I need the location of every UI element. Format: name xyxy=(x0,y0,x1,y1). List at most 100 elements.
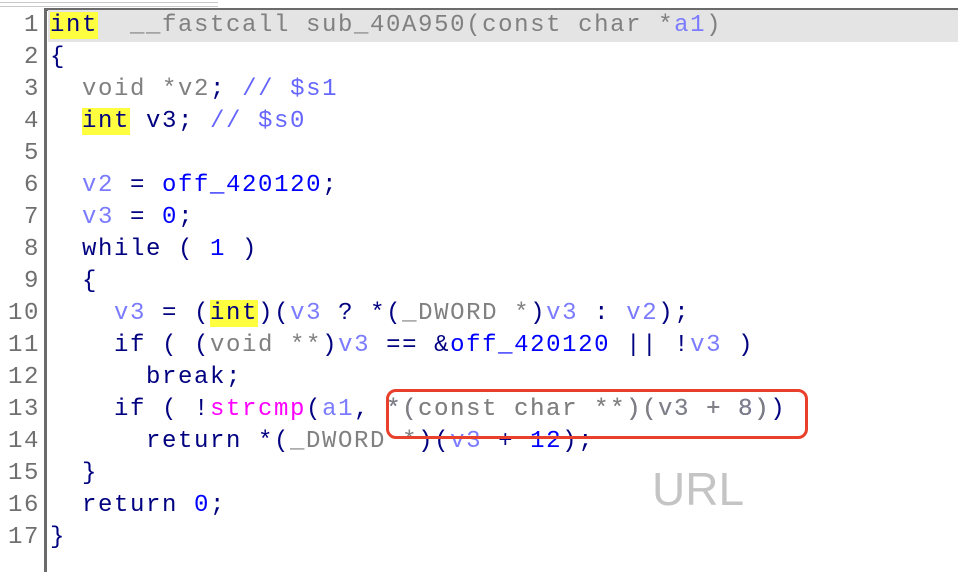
code-token[interactable]: ; xyxy=(178,204,194,231)
code-token[interactable]: if ( ( xyxy=(50,332,210,359)
code-token[interactable]: off_420120 xyxy=(450,332,610,359)
code-token[interactable]: || ! xyxy=(610,332,690,359)
line-number: 8 xyxy=(23,236,40,263)
code-line[interactable]: 4 ​ int v3; // $s0 xyxy=(0,106,958,138)
code-token[interactable]: } xyxy=(50,460,98,487)
code-text[interactable]: ​ xyxy=(48,138,958,170)
code-token[interactable]: return xyxy=(50,492,194,519)
code-token[interactable]: ? *( xyxy=(322,300,402,327)
code-text[interactable]: ​ v2 = off_420120; xyxy=(48,170,958,202)
line-number: 11 xyxy=(7,332,40,359)
code-token[interactable]: ; xyxy=(210,76,242,103)
code-token[interactable]: ) xyxy=(226,236,258,263)
code-token[interactable]: : xyxy=(578,300,626,327)
code-token[interactable]: v3 xyxy=(82,204,114,231)
code-text[interactable]: ​ void *v2; // $s1 xyxy=(48,74,958,106)
code-line[interactable]: 1 ​int __fastcall sub_40A950(const char *… xyxy=(0,10,958,42)
code-token[interactable]: = xyxy=(114,172,162,199)
code-token[interactable]: a1 xyxy=(322,396,354,423)
code-token[interactable]: ; xyxy=(210,492,226,519)
code-token[interactable]: = xyxy=(114,204,162,231)
code-token[interactable]: ) xyxy=(722,332,754,359)
code-text[interactable]: ​ if ( (void **)v3 == &off_420120 || !v3… xyxy=(48,330,958,362)
line-number: 14 xyxy=(7,428,40,455)
code-text[interactable]: ​{ xyxy=(48,42,958,74)
code-token[interactable]: )( xyxy=(258,300,290,327)
code-line[interactable]: 5​ xyxy=(0,138,958,170)
code-token[interactable]: int xyxy=(210,300,259,327)
code-token[interactable]: int xyxy=(82,108,131,135)
code-token[interactable]: ) xyxy=(530,300,546,327)
code-token[interactable]: v3 xyxy=(546,300,578,327)
code-token[interactable]: off_420120 xyxy=(162,172,322,199)
code-text[interactable]: ​ v3 = 0; xyxy=(48,202,958,234)
code-token[interactable]: v3 xyxy=(290,300,322,327)
code-token[interactable]: 0 xyxy=(194,492,210,519)
code-line[interactable]: 9 ​ { xyxy=(0,266,958,298)
code-line[interactable]: 15 ​ } xyxy=(0,458,958,490)
code-token[interactable]: v3; xyxy=(130,108,210,135)
code-token[interactable]: ) xyxy=(322,332,338,359)
line-number: 1 xyxy=(23,12,40,39)
code-token[interactable]: return *( xyxy=(50,428,290,455)
watermark: URL xyxy=(652,463,745,515)
tab-divider xyxy=(0,2,218,7)
code-line[interactable]: 10 ​ v3 = (int)(v3 ? *(_DWORD *)v3 : v2); xyxy=(0,298,958,330)
code-text[interactable]: ​} xyxy=(48,522,958,554)
code-token[interactable]: == & xyxy=(370,332,450,359)
code-line[interactable]: 17 ​} xyxy=(0,522,958,554)
code-token[interactable]: a1 xyxy=(674,12,706,39)
code-text[interactable]: ​ } xyxy=(48,458,958,490)
pseudocode-view[interactable]: 1​int __fastcall sub_40A950(const char *… xyxy=(0,8,958,572)
code-token[interactable]: _DWORD * xyxy=(402,300,530,327)
code-token[interactable]: v3 xyxy=(690,332,722,359)
code-token[interactable] xyxy=(50,204,82,231)
code-token[interactable]: v2 xyxy=(626,300,658,327)
code-token[interactable]: if ( ! xyxy=(50,396,210,423)
line-number: 6 xyxy=(23,172,40,199)
code-line[interactable]: 7 ​ v3 = 0; xyxy=(0,202,958,234)
code-text[interactable]: ​ int v3; // $s0 xyxy=(48,106,958,138)
code-token[interactable]: v2 xyxy=(178,76,210,103)
code-text[interactable]: ​ while ( 1 ) xyxy=(48,234,958,266)
code-text[interactable]: ​ v3 = (int)(v3 ? *(_DWORD *)v3 : v2); xyxy=(48,298,958,330)
code-token[interactable]: ) xyxy=(706,12,722,39)
annotation-highlight-box xyxy=(386,389,808,439)
code-token[interactable]: v2 xyxy=(82,172,114,199)
code-text[interactable]: ​ { xyxy=(48,266,958,298)
code-text[interactable]: ​ return 0; xyxy=(48,490,958,522)
line-number: 16 xyxy=(7,492,40,519)
code-line[interactable]: 3 ​ void *v2; // $s1 xyxy=(0,74,958,106)
code-token[interactable]: break; xyxy=(50,364,242,391)
code-token[interactable]: { xyxy=(50,44,66,71)
code-token[interactable]: 0 xyxy=(162,204,178,231)
code-line[interactable]: 8 ​ while ( 1 ) xyxy=(0,234,958,266)
code-token[interactable]: __fastcall sub_40A950(const char * xyxy=(98,12,674,39)
line-number: 4 xyxy=(23,108,40,135)
code-token[interactable]: 1 xyxy=(210,236,226,263)
code-token[interactable]: while ( xyxy=(50,236,210,263)
line-number: 2 xyxy=(23,44,40,71)
code-token[interactable]: } xyxy=(50,524,66,551)
code-token[interactable]: v3 xyxy=(114,300,146,327)
code-token[interactable]: = ( xyxy=(146,300,210,327)
code-token[interactable]: // $s1 xyxy=(242,76,338,103)
code-token[interactable]: v3 xyxy=(338,332,370,359)
code-token[interactable] xyxy=(50,300,114,327)
code-token[interactable]: ( xyxy=(306,396,322,423)
code-line[interactable]: 11 ​ if ( (void **)v3 == &off_420120 || !… xyxy=(0,330,958,362)
code-token[interactable]: void ** xyxy=(210,332,322,359)
code-token[interactable]: // $s0 xyxy=(210,108,306,135)
code-token[interactable] xyxy=(50,172,82,199)
code-token[interactable]: strcmp xyxy=(210,396,306,423)
code-token[interactable] xyxy=(50,108,82,135)
code-token[interactable]: ); xyxy=(658,300,690,327)
code-text[interactable]: ​int __fastcall sub_40A950(const char *a… xyxy=(48,10,958,42)
code-token[interactable]: void * xyxy=(50,76,178,103)
code-line[interactable]: 6 ​ v2 = off_420120; xyxy=(0,170,958,202)
code-line[interactable]: 16 ​ return 0; xyxy=(0,490,958,522)
code-token[interactable]: ; xyxy=(322,172,338,199)
code-line[interactable]: 2 ​{ xyxy=(0,42,958,74)
code-token[interactable]: { xyxy=(50,268,98,295)
code-token[interactable]: int xyxy=(50,12,99,39)
